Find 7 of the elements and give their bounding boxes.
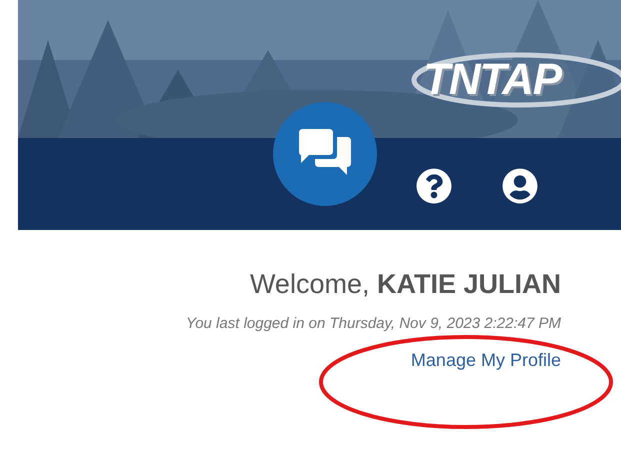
last-login-text: You last logged in on Thursday, Nov 9, 2023 2:22:47 PM xyxy=(186,314,561,334)
welcome-heading: Welcome, KATIE JULIAN xyxy=(250,268,561,301)
logo: TNTAP xyxy=(423,58,561,102)
help-icon[interactable] xyxy=(416,168,452,204)
manage-profile-link[interactable]: Manage My Profile xyxy=(410,347,561,374)
swoosh-icon xyxy=(409,50,621,110)
user-icon[interactable] xyxy=(502,168,538,204)
